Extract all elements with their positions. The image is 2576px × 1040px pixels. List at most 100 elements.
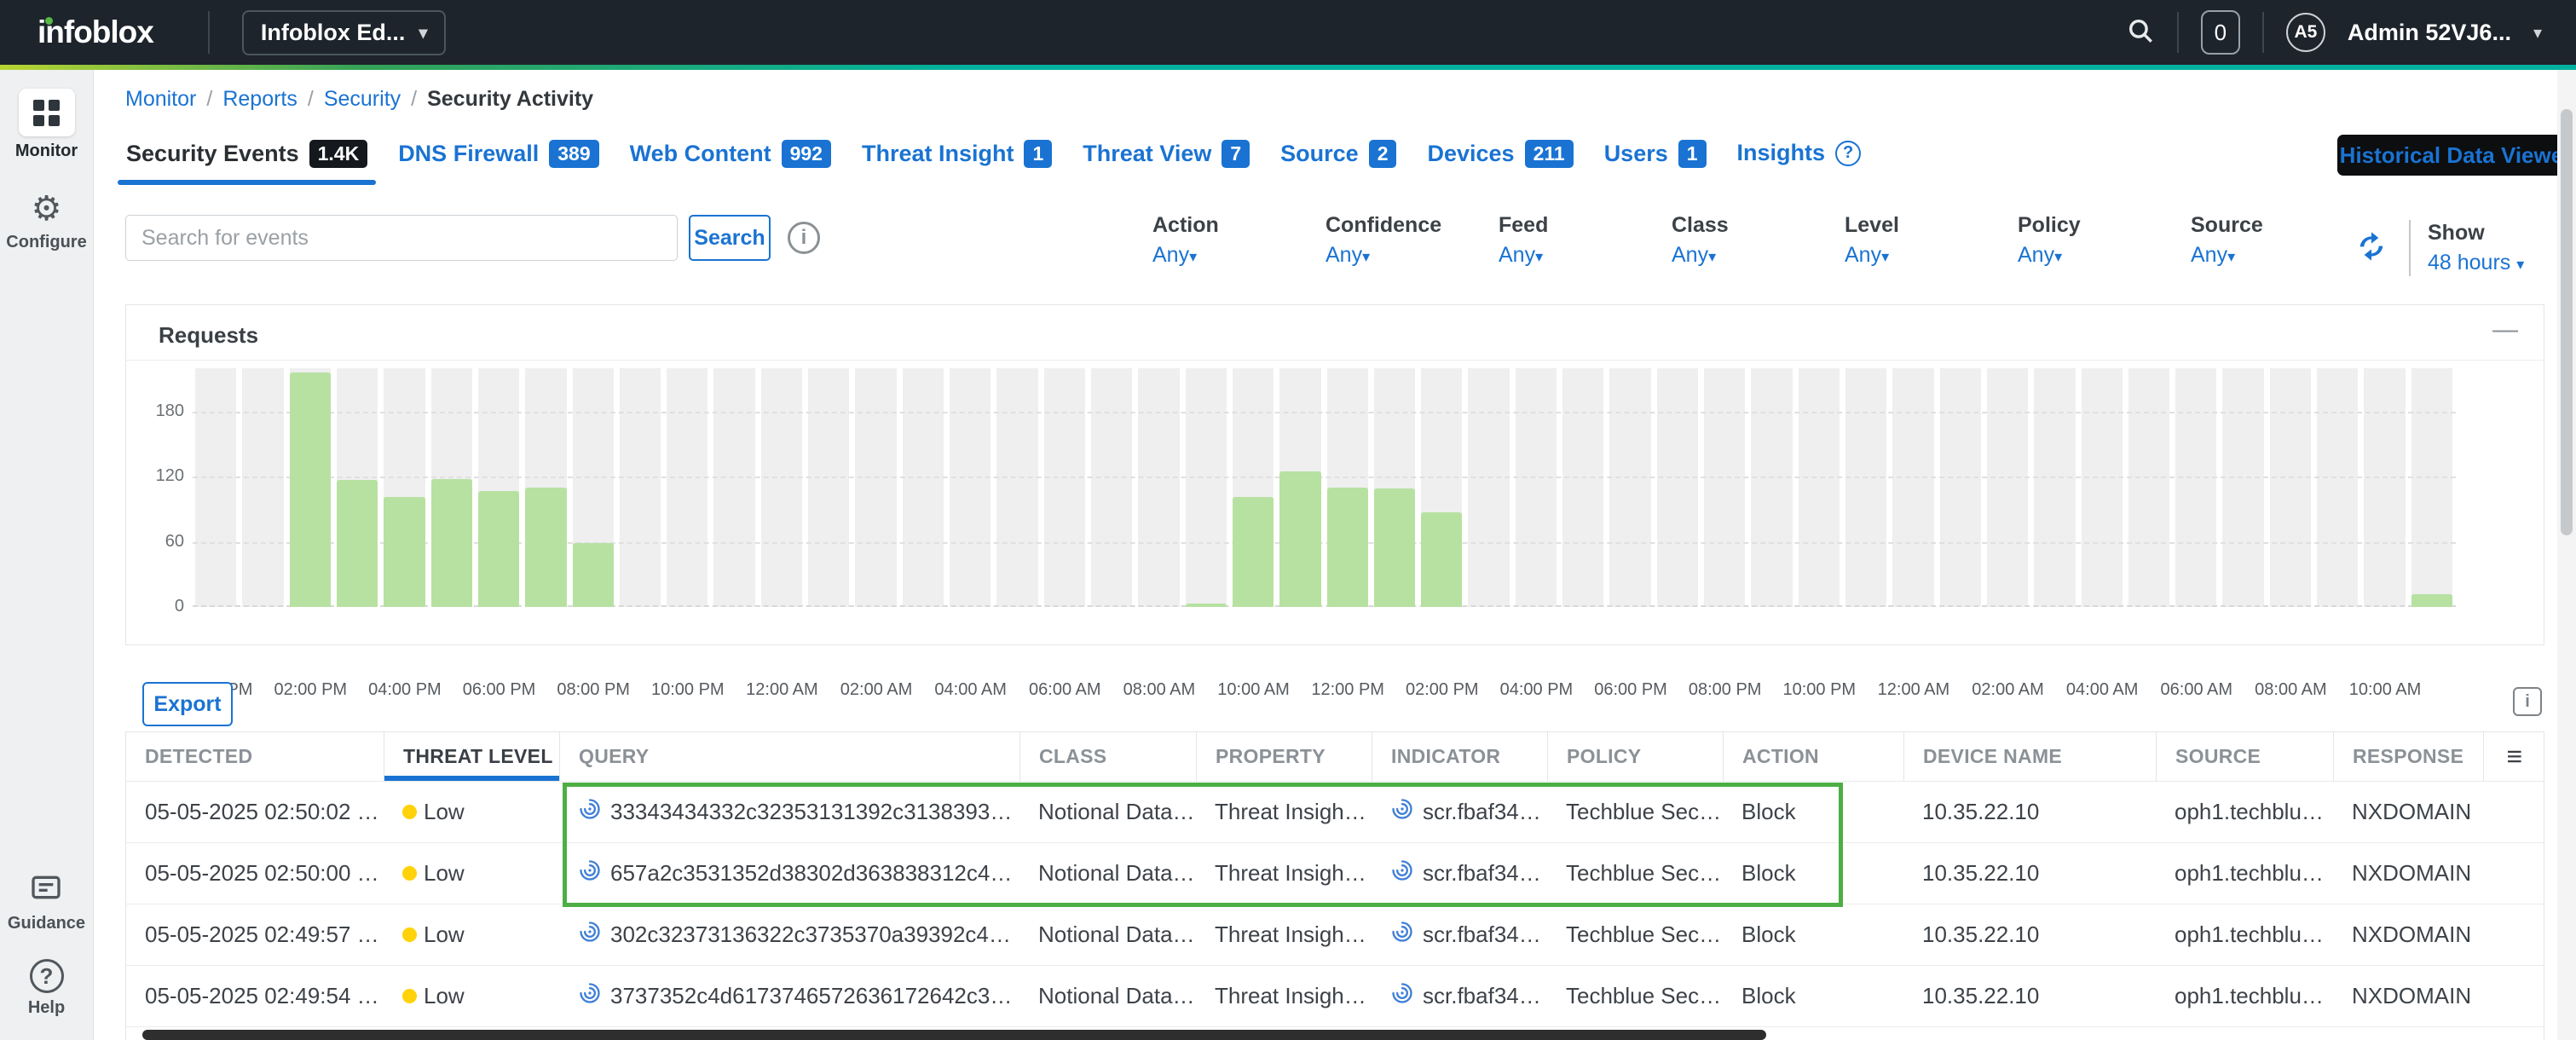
tab-web-content[interactable]: Web Content992 (615, 130, 846, 185)
column-header-response[interactable]: RESPONSE (2333, 732, 2483, 781)
column-header-indicator[interactable]: INDICATOR (1372, 732, 1547, 781)
threat-indicator-icon (1390, 920, 1423, 950)
filter-value-dropdown[interactable]: Any▾ (1672, 243, 1845, 268)
export-button[interactable]: Export (142, 682, 233, 726)
column-header-device-name[interactable]: DEVICE NAME (1903, 732, 2156, 781)
tab-threat-insight[interactable]: Threat Insight1 (846, 130, 1067, 185)
sidebar-item-guidance[interactable]: Guidance (8, 870, 85, 933)
chevron-down-icon[interactable]: ▾ (2533, 22, 2542, 43)
cell-source: oph1.techblue.net... (2156, 904, 2333, 965)
tab-users[interactable]: Users1 (1589, 130, 1722, 185)
chart-bg-stripe (1562, 368, 1603, 607)
sidebar-item-label: Help (28, 998, 65, 1018)
breadcrumb: Monitor/Reports/Security/Security Activi… (125, 87, 593, 112)
tab-dns-firewall[interactable]: DNS Firewall389 (383, 130, 614, 185)
tab-count-badge: 1 (1678, 140, 1707, 168)
search-button[interactable]: Search (689, 215, 771, 261)
chart-bg-stripe (950, 368, 991, 607)
chart-x-tick-label: 10:00 AM (2334, 680, 2436, 700)
collapse-panel-icon[interactable]: — (2492, 315, 2518, 344)
sidebar-item-monitor[interactable]: Monitor (15, 89, 78, 161)
cell-query: 3737352c4d6173746572636172642c323732... (559, 966, 1019, 1026)
filter-value-dropdown[interactable]: Any▾ (2018, 243, 2191, 268)
filter-label: Feed (1499, 213, 1672, 238)
column-menu-icon[interactable]: ≡ (2483, 732, 2544, 781)
column-header-action[interactable]: ACTION (1723, 732, 1903, 781)
grid-icon (33, 100, 60, 126)
cell-detected: 05-05-2025 02:50:00 pm ... (126, 843, 384, 904)
tab-label: Security Events (126, 141, 299, 167)
filter-value-dropdown[interactable]: Any▾ (1499, 243, 1672, 268)
column-header-source[interactable]: SOURCE (2156, 732, 2333, 781)
column-header-policy[interactable]: POLICY (1547, 732, 1723, 781)
filter-policy: PolicyAny▾ (2018, 213, 2191, 268)
caret-down-icon: ▾ (1362, 248, 1370, 265)
user-avatar[interactable]: A5 (2286, 13, 2325, 52)
breadcrumb-link-monitor[interactable]: Monitor (125, 87, 196, 112)
sidebar-item-help[interactable]: ?Help (28, 959, 65, 1018)
search-icon[interactable] (2126, 16, 2155, 49)
breadcrumb-link-reports[interactable]: Reports (222, 87, 297, 112)
column-header-class[interactable]: CLASS (1019, 732, 1196, 781)
historical-data-viewer-button[interactable]: Historical Data Viewer (2337, 135, 2574, 176)
chart-bg-stripe (2411, 368, 2452, 607)
app-selector-dropdown[interactable]: Infoblox Ed... ▾ (242, 10, 447, 55)
chart-bar (337, 480, 378, 607)
cell-device-name: 10.35.22.10 (1903, 843, 2156, 904)
horizontal-scrollbar-thumb[interactable] (142, 1030, 1766, 1040)
sidebar-item-configure[interactable]: ⚙Configure (6, 190, 86, 252)
threat-level-low-dot-icon (402, 989, 417, 1003)
column-header-detected[interactable]: DETECTED (126, 732, 384, 781)
tab-source[interactable]: Source2 (1265, 130, 1412, 185)
cell-threat-level: Low (384, 782, 559, 842)
chart-bg-stripe (2270, 368, 2311, 607)
column-header-query[interactable]: QUERY (559, 732, 1019, 781)
refresh-icon[interactable] (2354, 229, 2388, 268)
breadcrumb-link-security[interactable]: Security (324, 87, 401, 112)
cell-class: Notional Data Ex... (1019, 904, 1196, 965)
table-row[interactable]: 05-05-2025 02:49:54 pm ...Low3737352c4d6… (126, 966, 2544, 1027)
threat-indicator-icon (578, 981, 610, 1011)
vertical-scrollbar-thumb[interactable] (2561, 109, 2573, 535)
chart-bg-stripe (855, 368, 896, 607)
active-item-tile (19, 89, 75, 136)
tab-threat-view[interactable]: Threat View7 (1067, 130, 1265, 185)
chart-x-tick-label: 06:00 AM (2146, 680, 2248, 700)
column-header-threat-level[interactable]: THREAT LEVEL (384, 732, 559, 781)
filter-action: ActionAny▾ (1152, 213, 1326, 268)
chart-x-tick-label: 06:00 PM (448, 680, 551, 700)
cell-source: oph1.techblue.net... (2156, 843, 2333, 904)
tab-devices[interactable]: Devices211 (1412, 130, 1588, 185)
filter-label: Class (1672, 213, 1845, 238)
column-header-label: POLICY (1567, 745, 1641, 768)
table-row[interactable]: 05-05-2025 02:50:00 pm ...Low657a2c35313… (126, 843, 2544, 904)
cell-row-menu (2483, 843, 2544, 904)
table-row[interactable]: 05-05-2025 02:50:02 pm ...Low33343434332… (126, 782, 2544, 843)
filter-value-dropdown[interactable]: Any▾ (2191, 243, 2364, 268)
caret-down-icon: ▾ (1881, 248, 1889, 265)
chart-x-tick-label: 10:00 AM (1203, 680, 1305, 700)
tab-security-events[interactable]: Security Events 1.4K (111, 130, 383, 185)
table-info-icon[interactable]: i (2513, 687, 2542, 716)
user-menu-label[interactable]: Admin 52VJ6... (2348, 20, 2511, 46)
tab-count-badge: 1.4K (309, 140, 368, 168)
chart-bg-stripe (2317, 368, 2358, 607)
cell-source: oph1.techblue.net... (2156, 782, 2333, 842)
chart-x-tick-label: 02:00 AM (825, 680, 927, 700)
tab-insights[interactable]: Insights? (1722, 130, 1877, 183)
filter-label: Confidence (1326, 213, 1499, 238)
filter-value-dropdown[interactable]: Any▾ (1845, 243, 2018, 268)
chart-bg-stripe (808, 368, 849, 607)
filter-value-dropdown[interactable]: Any▾ (1326, 243, 1499, 268)
table-row[interactable]: 05-05-2025 02:49:57 pm ...Low302c3237313… (126, 904, 2544, 966)
chart-x-tick-label: 12:00 AM (731, 680, 833, 700)
show-value[interactable]: 48 hours ▾ (2428, 251, 2524, 275)
notification-count-badge[interactable]: 0 (2201, 10, 2240, 55)
chart-bar (1421, 512, 1462, 607)
filter-value-dropdown[interactable]: Any▾ (1152, 243, 1326, 268)
tab-count-badge: 7 (1222, 140, 1250, 168)
info-icon[interactable]: i (788, 222, 820, 254)
column-header-property[interactable]: PROPERTY (1196, 732, 1372, 781)
column-header-label: THREAT LEVEL (403, 745, 553, 768)
search-input[interactable] (125, 215, 678, 261)
